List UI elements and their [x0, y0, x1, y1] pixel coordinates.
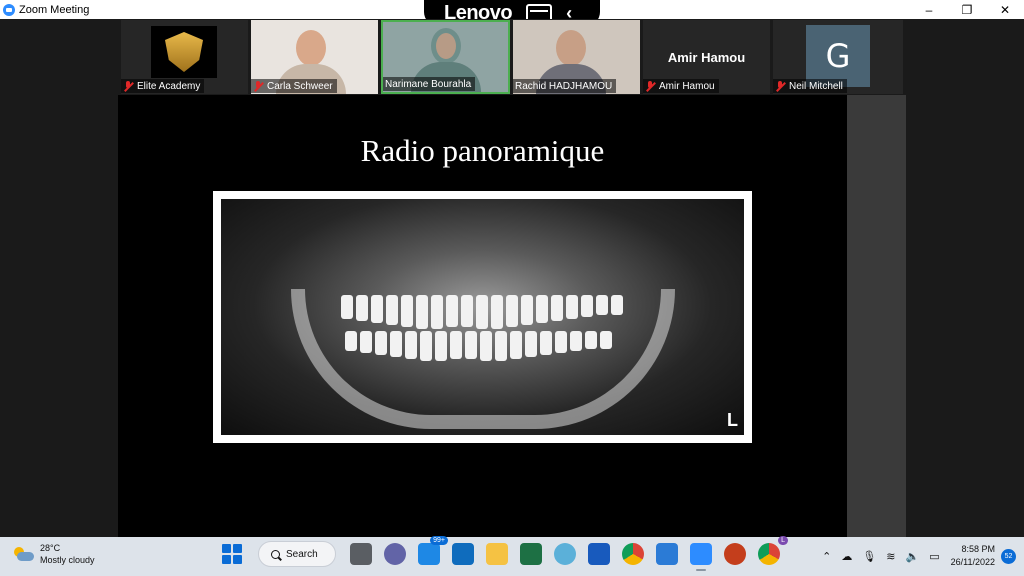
- teams-chat-icon[interactable]: [384, 543, 406, 565]
- lower-teeth: [345, 331, 612, 361]
- window-controls: – ❐ ✕: [910, 0, 1024, 19]
- mail-icon[interactable]: 99+: [418, 536, 448, 565]
- restore-button[interactable]: ❐: [948, 0, 986, 19]
- minimize-button[interactable]: –: [910, 0, 948, 19]
- upper-teeth: [341, 295, 623, 329]
- participant-strip: Elite Academy Carla Schweer Narimane Bou…: [0, 19, 1024, 95]
- participant-display-name: Amir Hamou: [667, 50, 746, 65]
- slide-title: Radio panoramique: [360, 133, 605, 168]
- snipping-tool-icon[interactable]: [656, 543, 678, 565]
- zoom-app-icon: [3, 3, 15, 16]
- participant-tile-carla-schweer[interactable]: Carla Schweer: [251, 20, 378, 94]
- participant-tile-neil-mitchell[interactable]: G Neil Mitchell: [773, 20, 903, 94]
- chrome-icon[interactable]: [622, 543, 644, 565]
- chrome-profile-badge: L: [778, 536, 788, 545]
- mic-off-icon: [123, 80, 133, 92]
- taskbar-clock[interactable]: 8:58 PM 26/11/2022: [951, 543, 995, 569]
- panoramic-xray-image: L: [213, 191, 752, 443]
- clock-time: 8:58 PM: [961, 544, 995, 554]
- partly-cloudy-icon: [14, 547, 34, 561]
- participant-name-label: Amir Hamou: [643, 79, 719, 93]
- shared-slide: Radio panoramique L: [118, 95, 847, 537]
- participant-tile-rachid-hadjhamou[interactable]: Rachid HADJHAMOU: [513, 20, 640, 94]
- mic-off-icon: [645, 80, 655, 92]
- battery-icon[interactable]: ▭: [929, 550, 939, 563]
- microphone-icon[interactable]: 🎙: [862, 550, 876, 563]
- outlook-icon[interactable]: [452, 543, 474, 565]
- elite-academy-logo: [151, 26, 217, 78]
- participant-tile-narimane-bourahla[interactable]: Narimane Bourahla: [381, 20, 510, 94]
- weather-description: Mostly cloudy: [40, 555, 95, 565]
- shield-icon: [165, 32, 203, 72]
- weather-widget[interactable]: 28°C Mostly cloudy: [14, 542, 95, 566]
- volume-icon[interactable]: 🔈: [906, 550, 920, 563]
- zoom-taskbar-icon[interactable]: [690, 543, 712, 571]
- chevron-up-icon[interactable]: ⌃: [822, 550, 831, 563]
- clock-date: 26/11/2022: [950, 557, 995, 567]
- side-panel: [847, 95, 906, 537]
- participant-tile-elite-academy[interactable]: Elite Academy: [121, 20, 248, 94]
- close-button[interactable]: ✕: [986, 0, 1024, 19]
- weather-temperature: 28°C: [40, 543, 61, 553]
- participant-name-label: Neil Mitchell: [773, 79, 847, 93]
- windows-taskbar: 28°C Mostly cloudy Search 99+ L ⌃ ☁ 🎙 ≋ …: [0, 536, 1024, 576]
- mic-off-icon: [253, 80, 263, 92]
- participant-tile-amir-hamou[interactable]: Amir Hamou Amir Hamou: [643, 20, 770, 94]
- paint-icon[interactable]: [554, 543, 576, 565]
- windows-start-icon[interactable]: [222, 544, 242, 564]
- taskbar-apps: Search 99+ L: [214, 536, 788, 571]
- screen-share-area: Radio panoramique L: [0, 95, 1024, 537]
- onedrive-cloud-icon[interactable]: ☁: [841, 550, 852, 563]
- window-title: Zoom Meeting: [19, 3, 90, 16]
- participant-name-label: Elite Academy: [121, 79, 205, 93]
- xray-side-marker: L: [727, 410, 738, 430]
- excel-icon[interactable]: [520, 543, 542, 565]
- file-explorer-icon[interactable]: [486, 543, 508, 565]
- search-icon: [271, 549, 280, 559]
- word-icon[interactable]: [588, 543, 610, 565]
- chrome-profile-icon[interactable]: L: [758, 536, 788, 565]
- wifi-icon[interactable]: ≋: [886, 550, 895, 563]
- participant-name-label: Narimane Bourahla: [383, 77, 476, 91]
- participant-name-label: Carla Schweer: [251, 79, 337, 93]
- system-tray: ⌃ ☁ 🎙 ≋ 🔈 ▭ 8:58 PM 26/11/2022 52: [817, 542, 1016, 570]
- mail-badge: 99+: [430, 536, 448, 545]
- powerpoint-icon[interactable]: [724, 543, 746, 565]
- task-view-icon[interactable]: [350, 543, 372, 565]
- taskbar-search[interactable]: Search: [258, 541, 336, 567]
- mic-off-icon: [775, 80, 785, 92]
- participant-name-label: Rachid HADJHAMOU: [513, 79, 617, 93]
- notification-badge[interactable]: 52: [1001, 548, 1016, 564]
- avatar: G: [806, 25, 870, 87]
